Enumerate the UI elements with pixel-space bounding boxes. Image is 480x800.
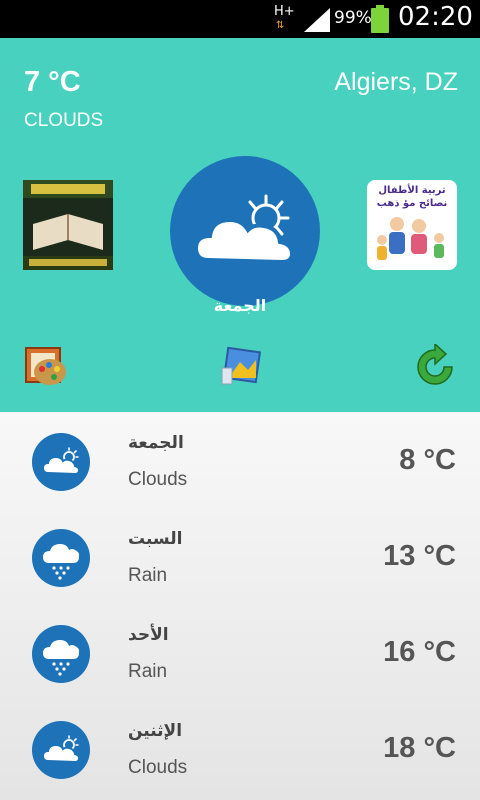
status-bar: H+ ⇅ 99% 02:20 [0,0,480,38]
partly-cloudy-icon [193,194,295,265]
ad-banner-right[interactable]: تربية الأطفال نصائح مؤ ذهب [367,180,457,270]
family-icon [377,217,444,260]
forecast-row[interactable]: السبت Rain 13 °C [0,508,480,604]
forecast-day: الجمعة [128,433,184,453]
forecast-day: الأحد [128,625,169,645]
forecast-weather-icon [32,721,90,779]
forecast-row[interactable]: الجمعة Clouds 8 °C [0,412,480,508]
forecast-temperature: 18 °C [383,732,456,764]
signal-icon [304,8,330,32]
forecast-weather-icon [32,625,90,683]
current-day: الجمعة [213,296,267,315]
battery-icon [371,5,389,33]
battery-percent: 99% [334,8,372,28]
network-indicator: H+ ⇅ [272,4,295,34]
rain-cloud-icon [43,544,80,580]
forecast-description: Clouds [128,469,188,490]
forecast-day: الإثنين [128,721,183,741]
quran-book-icon [23,180,113,270]
network-type: H+ [274,4,295,19]
forecast-description: Clouds [128,757,188,778]
rain-cloud-icon [43,640,80,676]
refresh-button[interactable] [412,342,458,390]
forecast-row[interactable]: الإثنين Clouds 18 °C [0,700,480,796]
current-temperature: 7 °C [24,66,81,98]
clock: 02:20 [398,2,473,32]
forecast-weather-icon [32,433,90,491]
image-icon [221,346,262,385]
theme-palette-button[interactable] [24,344,68,388]
change-background-button[interactable] [218,344,264,390]
city-name[interactable]: Algiers, DZ [334,68,458,97]
data-arrows-icon: ⇅ [276,20,285,31]
forecast-temperature: 13 °C [383,540,456,572]
partly-cloudy-icon [41,735,81,764]
forecast-list[interactable]: الجمعة Clouds 8 °C السبت Rain 13 °C الأح… [0,412,480,800]
palette-icon [25,347,66,385]
refresh-icon [417,342,453,385]
ad-banner-left[interactable] [23,180,113,270]
forecast-temperature: 8 °C [399,444,456,476]
forecast-weather-icon [32,529,90,587]
current-condition: CLOUDS [24,110,104,131]
current-weather-icon [170,156,320,306]
forecast-row[interactable]: الأحد Rain 16 °C [0,604,480,700]
forecast-day: السبت [128,529,183,549]
current-weather-panel: 7 °C CLOUDS Algiers, DZ الجمعة تربية الأ… [0,38,480,412]
ad-right-title: تربية الأطفال نصائح مؤ ذهب [376,185,448,209]
forecast-description: Rain [128,565,168,586]
partly-cloudy-icon [41,447,81,476]
forecast-description: Rain [128,661,168,682]
forecast-temperature: 16 °C [383,636,456,668]
